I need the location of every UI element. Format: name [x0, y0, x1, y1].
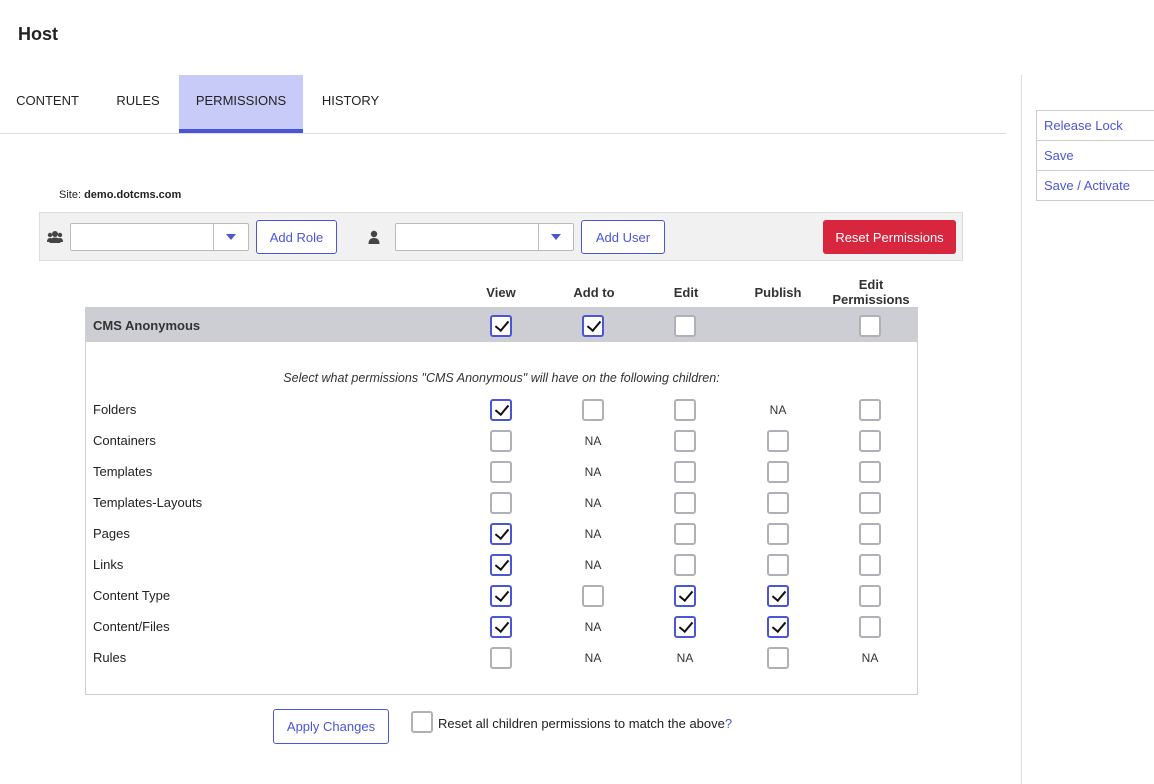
role-edit-checkbox[interactable]	[674, 315, 696, 337]
rules-edit-na: NA	[676, 651, 694, 665]
links-edit-checkbox[interactable]	[674, 554, 696, 576]
templates-view-checkbox[interactable]	[490, 461, 512, 483]
templates-publish-checkbox[interactable]	[767, 461, 789, 483]
folders-publish-na: NA	[769, 403, 787, 417]
content-files-add-to-na: NA	[584, 620, 602, 634]
child-row-label-links: Links	[93, 557, 124, 572]
pages-publish-checkbox[interactable]	[767, 523, 789, 545]
reset-children-text: Reset all children permissions to match …	[438, 716, 725, 731]
links-edit-permissions-checkbox[interactable]	[859, 554, 881, 576]
child-row-label-pages: Pages	[93, 526, 130, 541]
containers-edit-checkbox[interactable]	[674, 430, 696, 452]
reset-children-checkbox[interactable]	[411, 711, 433, 733]
containers-publish-checkbox[interactable]	[767, 430, 789, 452]
content-type-add-to-checkbox[interactable]	[582, 585, 604, 607]
column-header-edit-permissions: Edit Permissions	[832, 277, 910, 307]
child-row-label-content-files: Content/Files	[93, 619, 170, 634]
links-add-to-na: NA	[584, 558, 602, 572]
side-actions: Release Lock Save Save / Activate	[1036, 110, 1154, 201]
folders-view-checkbox[interactable]	[490, 399, 512, 421]
content-type-edit-permissions-checkbox[interactable]	[859, 585, 881, 607]
child-row-label-templates-layouts: Templates-Layouts	[93, 495, 203, 510]
pages-edit-checkbox[interactable]	[674, 523, 696, 545]
content-files-edit-checkbox[interactable]	[674, 616, 696, 638]
column-header-edit: Edit	[673, 285, 699, 300]
apply-changes-button[interactable]: Apply Changes	[273, 709, 389, 744]
folders-edit-checkbox[interactable]	[674, 399, 696, 421]
links-publish-checkbox[interactable]	[767, 554, 789, 576]
rules-add-to-na: NA	[584, 651, 602, 665]
column-header-view: View	[486, 285, 516, 300]
child-row-label-containers: Containers	[93, 433, 156, 448]
templates-layouts-edit-checkbox[interactable]	[674, 492, 696, 514]
containers-view-checkbox[interactable]	[490, 430, 512, 452]
templates-layouts-add-to-na: NA	[584, 496, 602, 510]
site-value: demo.dotcms.com	[84, 189, 182, 201]
site-label: Site:	[59, 189, 82, 201]
containers-edit-permissions-checkbox[interactable]	[859, 430, 881, 452]
templates-layouts-edit-permissions-checkbox[interactable]	[859, 492, 881, 514]
pages-view-checkbox[interactable]	[490, 523, 512, 545]
templates-add-to-na: NA	[584, 465, 602, 479]
role-dropdown-chevron-icon[interactable]	[213, 224, 248, 250]
tab-history[interactable]: HISTORY	[303, 75, 398, 133]
tab-bar: CONTENT RULES PERMISSIONS HISTORY	[0, 75, 1006, 134]
reset-permissions-button[interactable]: Reset Permissions	[823, 220, 956, 254]
pages-add-to-na: NA	[584, 527, 602, 541]
tab-permissions[interactable]: PERMISSIONS	[179, 75, 303, 133]
content-type-publish-checkbox[interactable]	[767, 585, 789, 607]
content-files-publish-checkbox[interactable]	[767, 616, 789, 638]
save-link[interactable]: Save	[1037, 141, 1154, 171]
child-row-label-rules: Rules	[93, 650, 127, 665]
children-instructions: Select what permissions "CMS Anonymous" …	[283, 371, 720, 385]
release-lock-link[interactable]: Release Lock	[1037, 111, 1154, 141]
role-add-to-checkbox[interactable]	[582, 315, 604, 337]
folders-add-to-checkbox[interactable]	[582, 399, 604, 421]
save-activate-link[interactable]: Save / Activate	[1037, 171, 1154, 200]
content-type-edit-checkbox[interactable]	[674, 585, 696, 607]
templates-layouts-publish-checkbox[interactable]	[767, 492, 789, 514]
user-search-input[interactable]	[396, 224, 548, 250]
user-dropdown-chevron-icon[interactable]	[538, 224, 573, 250]
child-row-label-templates: Templates	[93, 464, 153, 479]
content-files-view-checkbox[interactable]	[490, 616, 512, 638]
templates-edit-permissions-checkbox[interactable]	[859, 461, 881, 483]
role-view-checkbox[interactable]	[490, 315, 512, 337]
tab-content[interactable]: CONTENT	[0, 75, 95, 133]
templates-edit-checkbox[interactable]	[674, 461, 696, 483]
user-select[interactable]	[395, 223, 574, 251]
rules-publish-checkbox[interactable]	[767, 647, 789, 669]
content-files-edit-permissions-checkbox[interactable]	[859, 616, 881, 638]
links-view-checkbox[interactable]	[490, 554, 512, 576]
child-row-label-folders: Folders	[93, 402, 137, 417]
containers-add-to-na: NA	[584, 434, 602, 448]
column-header-add-to: Add to	[573, 285, 615, 300]
content-type-view-checkbox[interactable]	[490, 585, 512, 607]
pages-edit-permissions-checkbox[interactable]	[859, 523, 881, 545]
help-icon[interactable]: ?	[725, 716, 732, 731]
child-row-label-content-type: Content Type	[93, 588, 171, 603]
role-search-input[interactable]	[71, 224, 223, 250]
add-role-button[interactable]: Add Role	[256, 220, 337, 254]
rules-edit-permissions-na: NA	[861, 651, 879, 665]
page-title: Host	[18, 24, 58, 44]
folders-edit-permissions-checkbox[interactable]	[859, 399, 881, 421]
templates-layouts-view-checkbox[interactable]	[490, 492, 512, 514]
users-icon	[47, 230, 63, 249]
role-edit-permissions-checkbox[interactable]	[859, 315, 881, 337]
role-name: CMS Anonymous	[93, 318, 201, 333]
site-line: Site: demo.dotcms.com	[59, 189, 181, 201]
column-header-publish: Publish	[754, 285, 802, 300]
add-user-button[interactable]: Add User	[581, 220, 665, 254]
rules-view-checkbox[interactable]	[490, 647, 512, 669]
permissions-toolbar: Add Role Add User Reset Permissions	[39, 212, 963, 261]
reset-children-label: Reset all children permissions to match …	[438, 716, 732, 731]
user-icon	[368, 230, 380, 249]
tab-rules[interactable]: RULES	[95, 75, 181, 133]
children-permissions-panel: Select what permissions "CMS Anonymous" …	[85, 342, 918, 695]
role-select[interactable]	[70, 223, 249, 251]
